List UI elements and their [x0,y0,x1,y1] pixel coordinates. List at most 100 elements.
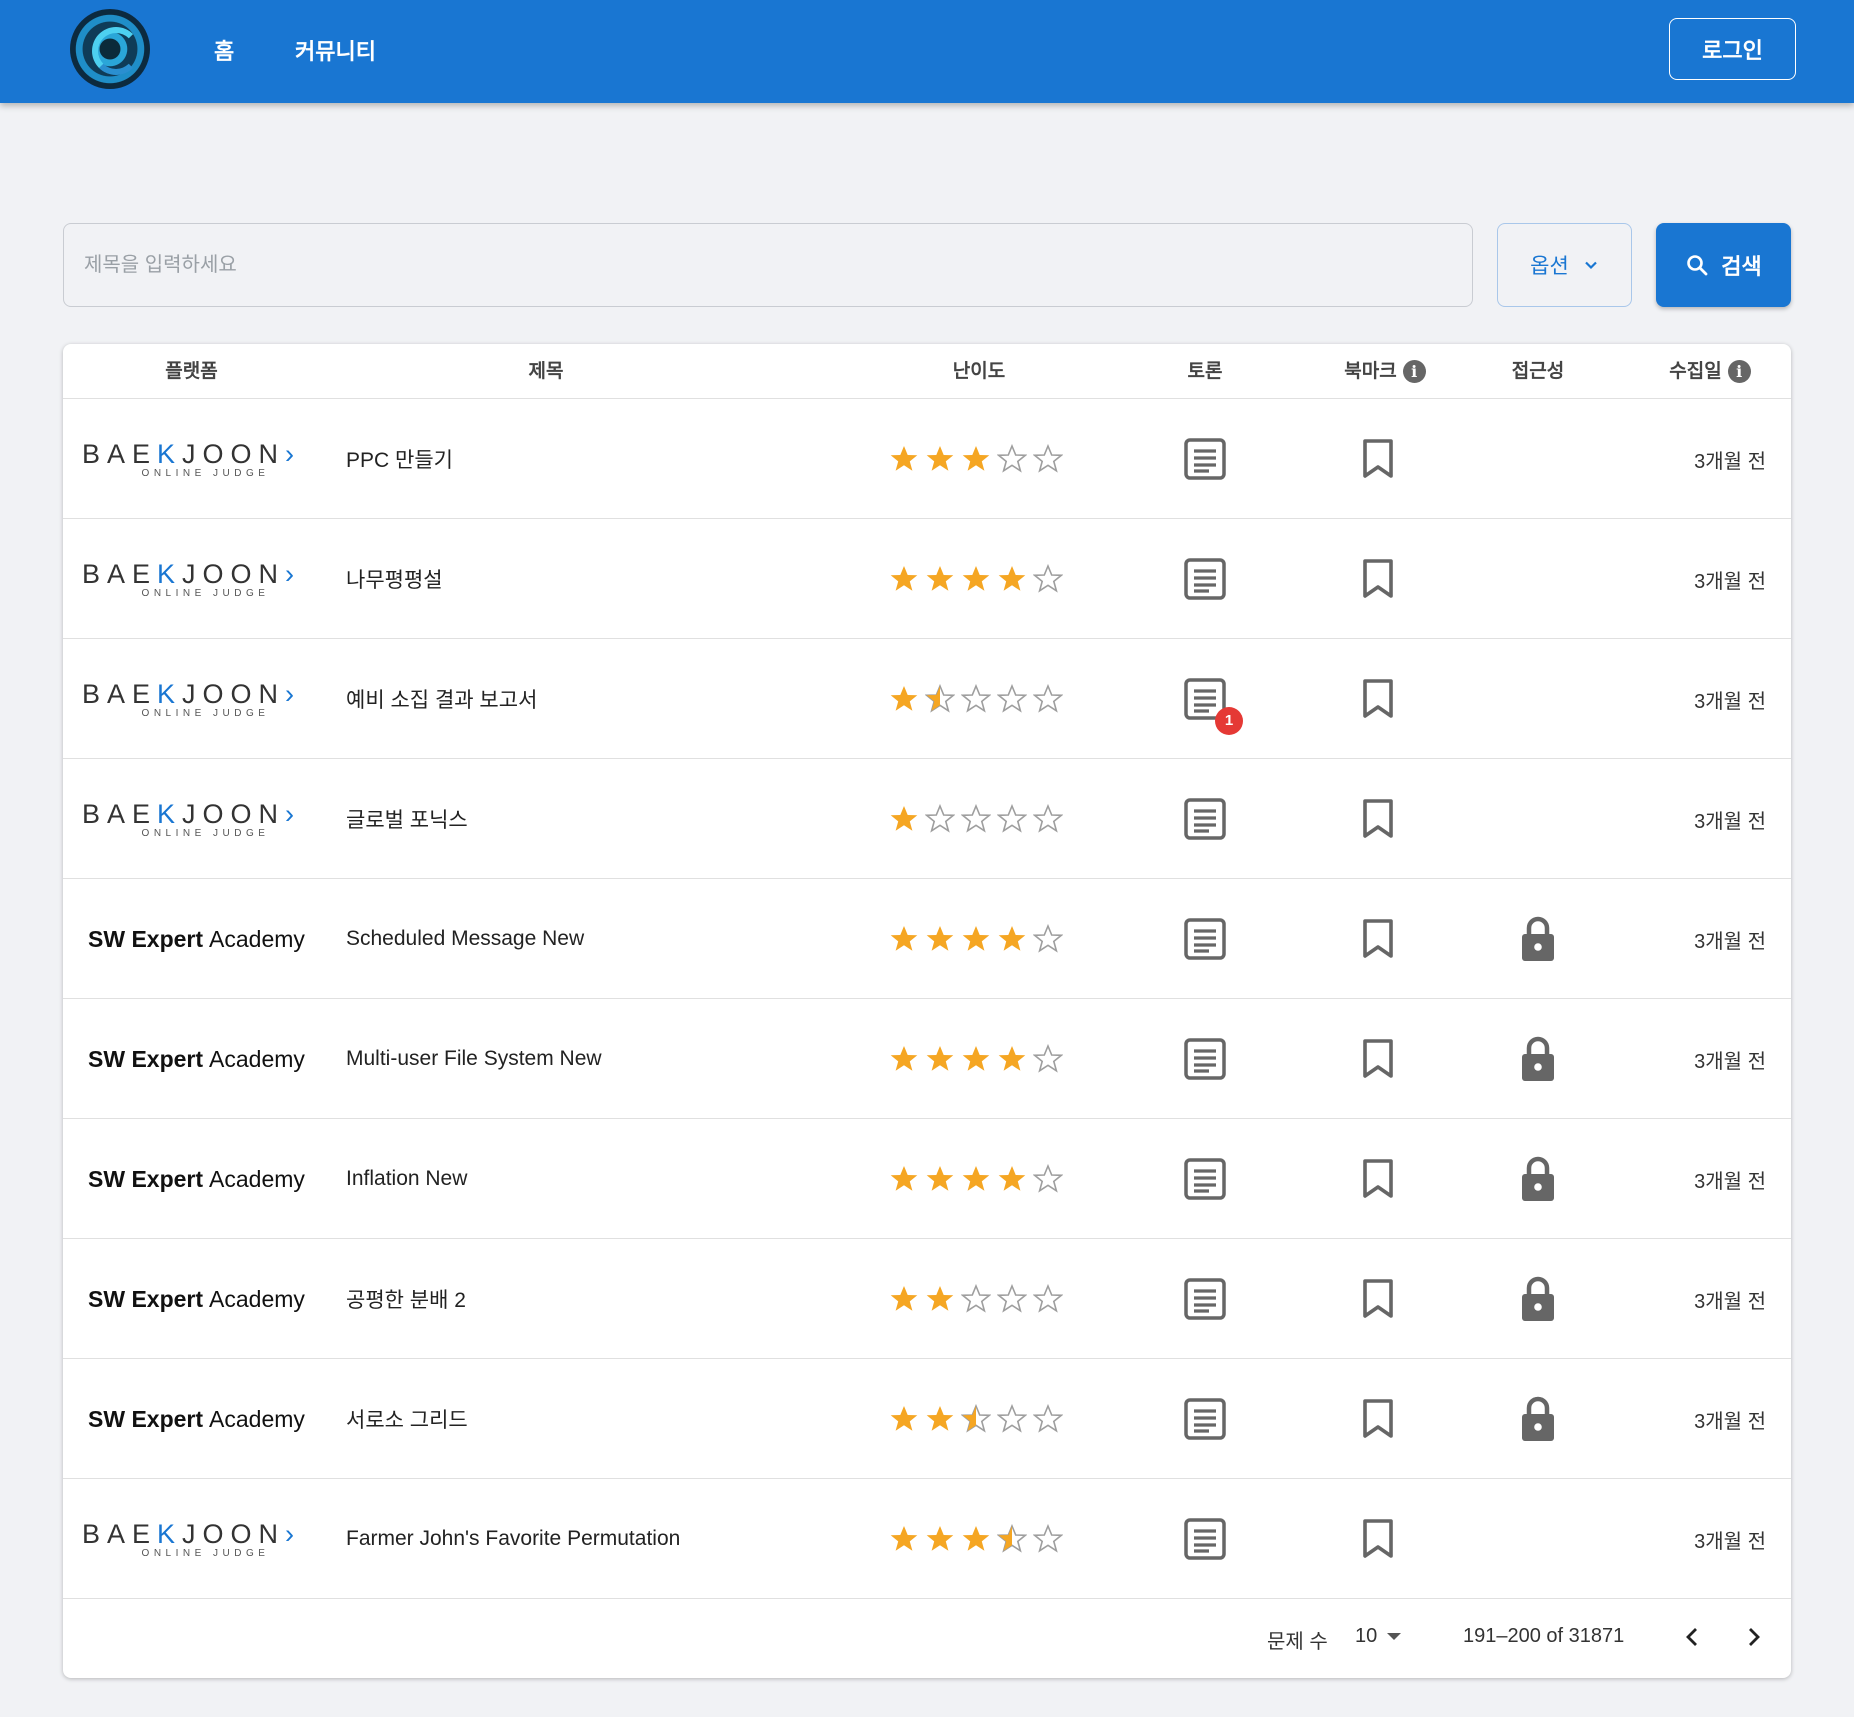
discussion-icon[interactable] [1183,557,1227,601]
difficulty-stars [889,639,1069,759]
star-icon [1033,804,1063,834]
discussion-icon[interactable] [1183,1517,1227,1561]
star-icon [997,1164,1027,1194]
collected-date: 3개월 전 [1694,810,1766,833]
table-row[interactable]: BAEKJOON› ONLINE JUDGE PPC 만들기 3개월 전 [63,399,1791,519]
discussion-icon[interactable] [1183,1277,1227,1321]
logo-text: JOON [182,799,286,829]
table-row[interactable]: SW Expert Academy 공평한 분배 2 3개월 전 [63,1239,1791,1359]
problem-title[interactable]: 예비 소집 결과 보고서 [346,639,866,759]
problem-title[interactable]: 나무평평설 [346,519,866,639]
discussion-icon[interactable] [1183,1157,1227,1201]
table-row[interactable]: SW Expert Academy Inflation New 3개월 전 [63,1119,1791,1239]
app-logo-icon[interactable] [70,9,150,89]
info-icon[interactable]: i [1402,360,1426,383]
login-button[interactable]: 로그인 [1669,18,1796,80]
discussion-count-badge: 1 [1215,707,1243,735]
discussion-icon[interactable] [1183,1397,1227,1441]
difficulty-stars [889,759,1069,879]
star-icon [925,444,955,474]
star-icon [1033,1044,1063,1074]
star-icon [997,1044,1027,1074]
star-icon [925,1164,955,1194]
table-row[interactable]: SW Expert Academy Multi-user File System N… [63,999,1791,1119]
bookmark-icon[interactable] [1361,1278,1395,1320]
previous-page-icon[interactable] [1675,1619,1711,1655]
search-button[interactable]: 검색 [1656,223,1791,307]
column-collected-date[interactable]: 수집일 i [1655,344,1765,399]
table-row[interactable]: BAEKJOON› ONLINE JUDGE 나무평평설 3개월 전 [63,519,1791,639]
bookmark-icon[interactable] [1361,558,1395,600]
platform-logo-swea: SW Expert Academy [88,1119,305,1239]
platform-logo-baekjoon: BAEKJOON› ONLINE JUDGE [82,519,294,639]
collected-date: 3개월 전 [1694,1290,1766,1313]
bookmark-icon[interactable] [1361,1158,1395,1200]
platform-logo-swea: SW Expert Academy [88,1359,305,1479]
problem-title[interactable]: 글로벌 포닉스 [346,759,866,879]
star-icon [961,1524,991,1554]
problem-title[interactable]: PPC 만들기 [346,399,866,519]
rows-per-page-value: 10 [1355,1625,1378,1647]
star-icon [1033,924,1063,954]
column-bookmark[interactable]: 북마크 i [1325,344,1445,399]
table-row[interactable]: BAEKJOON› ONLINE JUDGE Farmer John's Favor… [63,1479,1791,1599]
lock-icon [1522,1276,1554,1321]
column-title[interactable]: 제목 [346,344,746,399]
bookmark-icon[interactable] [1361,798,1395,840]
logo-text: SW Expert [88,1045,204,1072]
discussion-icon[interactable] [1183,917,1227,961]
discussion-icon[interactable] [1183,797,1227,841]
bookmark-icon[interactable] [1361,1038,1395,1080]
nav-home-link[interactable]: 홈 [214,34,234,66]
bookmark-icon[interactable] [1361,1518,1395,1560]
column-accessibility[interactable]: 접근성 [1493,344,1583,399]
problem-title[interactable]: Farmer John's Favorite Permutation [346,1479,866,1599]
top-app-bar: 홈 커뮤니티 로그인 [0,0,1854,103]
logo-text: SW Expert [88,1285,204,1312]
problem-title[interactable]: Scheduled Message New [346,879,866,999]
logo-text: BAE [81,439,157,469]
logo-text: K [157,439,183,469]
problem-title[interactable]: 공평한 분배 2 [346,1239,866,1359]
column-platform[interactable]: 플랫폼 [89,344,294,399]
table-row[interactable]: SW Expert Academy Scheduled Message New 3개월… [63,879,1791,999]
discussion-icon[interactable] [1183,1037,1227,1081]
logo-text: BAE [81,679,157,709]
difficulty-stars [889,879,1069,999]
nav-community-link[interactable]: 커뮤니티 [295,34,376,66]
difficulty-stars [889,399,1069,519]
logo-text: BAE [81,799,157,829]
problem-title[interactable]: 서로소 그리드 [346,1359,866,1479]
options-label: 옵션 [1530,255,1569,278]
discussion-icon[interactable] [1183,437,1227,481]
table-row[interactable]: SW Expert Academy 서로소 그리드 3개월 전 [63,1359,1791,1479]
logo-subtext: ONLINE JUDGE [141,468,270,479]
discussion-icon[interactable]: 1 [1183,677,1243,735]
options-dropdown-button[interactable]: 옵션 [1497,223,1632,307]
info-icon[interactable]: i [1727,360,1751,383]
star-icon [997,1404,1027,1434]
search-input[interactable] [63,223,1473,307]
bookmark-icon[interactable] [1361,438,1395,480]
problem-title[interactable]: Multi-user File System New [346,999,866,1119]
table-row[interactable]: BAEKJOON› ONLINE JUDGE 예비 소집 결과 보고서 1 3개월 전 [63,639,1791,759]
star-icon [961,1284,991,1314]
collected-date: 3개월 전 [1694,1170,1766,1193]
bookmark-icon[interactable] [1361,678,1395,720]
column-discussion[interactable]: 토론 [1165,344,1245,399]
chevron-down-icon [1585,261,1597,270]
problem-title[interactable]: Inflation New [346,1119,866,1239]
star-icon [961,1164,991,1194]
problem-table: 플랫폼 제목 난이도 토론 북마크 i 접근성 수집일 i BAEKJOON› ONL… [63,344,1791,1678]
bookmark-icon[interactable] [1361,918,1395,960]
logo-text: Academy [209,925,305,952]
logo-subtext: ONLINE JUDGE [141,828,270,839]
column-difficulty[interactable]: 난이도 [889,344,1069,399]
table-row[interactable]: BAEKJOON› ONLINE JUDGE 글로벌 포닉스 3개월 전 [63,759,1791,879]
star-icon [925,564,955,594]
rows-per-page-select[interactable]: 10 [1355,1625,1402,1648]
star-icon [925,924,955,954]
next-page-icon[interactable] [1735,1619,1771,1655]
bookmark-icon[interactable] [1361,1398,1395,1440]
page-range: 191–200 of 31871 [1463,1625,1625,1647]
